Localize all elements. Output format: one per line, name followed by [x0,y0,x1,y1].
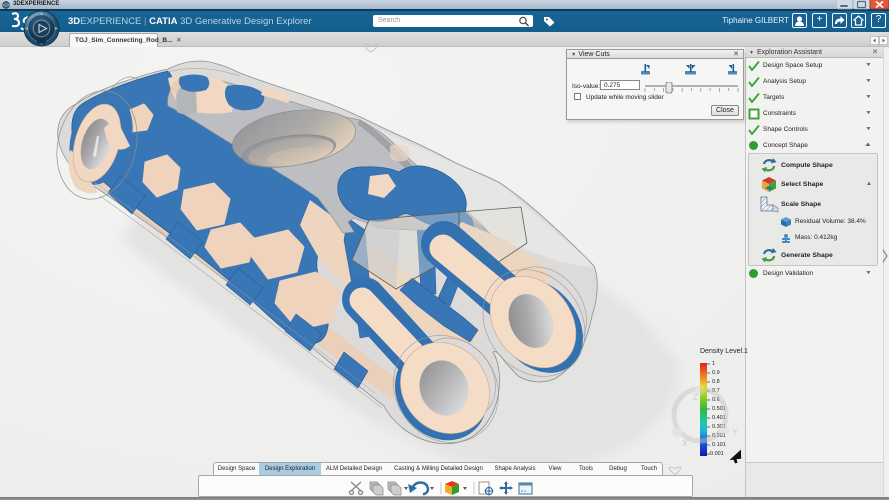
svg-text:Y: Y [732,428,738,437]
svg-text:X: X [682,439,688,448]
svg-text:Z: Z [693,393,698,402]
